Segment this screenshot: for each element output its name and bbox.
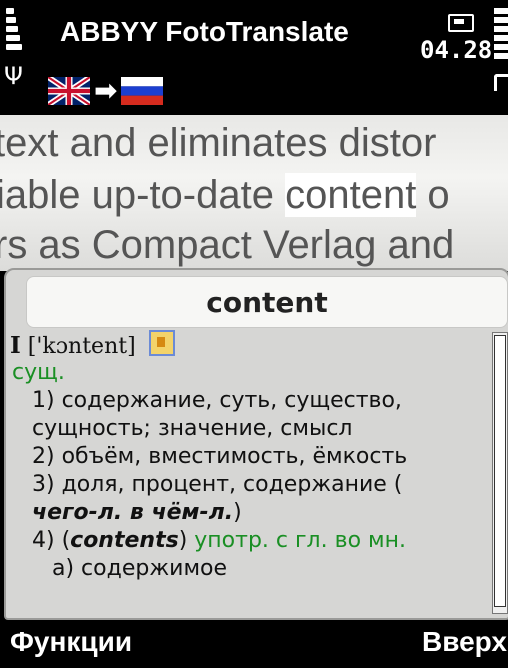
- headword-bar: content: [26, 276, 508, 328]
- speaker-icon[interactable]: [148, 330, 175, 356]
- sense-4: 4) (contents) употр. с гл. во мн.: [32, 528, 406, 553]
- status-bar: Ψ ABBYY FotoTranslate 04.28 ➡: [0, 0, 508, 115]
- language-direction[interactable]: ➡: [48, 74, 164, 107]
- dictionary-panel: content I ['kɔntent] сущ. 1) содержание,…: [4, 268, 508, 620]
- scroll-thumb[interactable]: [494, 335, 506, 607]
- dictionary-entry[interactable]: I ['kɔntent] сущ. 1) содержание, суть, с…: [10, 330, 486, 614]
- camera-text-line: iable up-to-date content o: [0, 173, 450, 217]
- sense-2: 2) объём, вместимость, ёмкость: [32, 444, 408, 469]
- camera-text-line: rs as Compact Verlag and: [0, 223, 455, 267]
- sense-3: 3) доля, процент, содержание (: [32, 472, 403, 497]
- sense-3-cont: чего-л. в чём-л.): [32, 500, 242, 525]
- sense-1-cont: сущность; значение, смысл: [32, 416, 353, 441]
- russia-flag-icon: [121, 77, 164, 105]
- antenna-icon: Ψ: [4, 62, 23, 90]
- uk-flag-icon: [48, 77, 90, 105]
- part-of-speech: сущ.: [12, 360, 65, 385]
- clock: 04.28: [420, 36, 493, 64]
- battery-icon: [448, 14, 474, 32]
- up-softkey[interactable]: Вверх: [422, 626, 507, 658]
- headword: content: [206, 285, 328, 319]
- app-title: ABBYY FotoTranslate: [60, 16, 349, 47]
- options-softkey[interactable]: Функции: [10, 626, 132, 658]
- camera-text-line: text and eliminates distor: [0, 121, 437, 165]
- signal-bars-icon: [6, 8, 22, 53]
- camera-view[interactable]: text and eliminates distor iable up-to-d…: [0, 115, 508, 271]
- sense-4a: а) содержимое: [52, 556, 228, 581]
- transcription: ['kɔntent]: [27, 334, 136, 359]
- entry-number: I: [10, 332, 21, 359]
- lock-icon: [494, 74, 508, 91]
- highlighted-word[interactable]: content: [285, 173, 417, 217]
- sense-1: 1) содержание, суть, существо,: [32, 388, 402, 413]
- arrow-right-icon: ➡: [94, 74, 118, 107]
- softkey-bar: Функции Вверх: [0, 620, 508, 668]
- battery-level-icon: [494, 8, 508, 62]
- scrollbar[interactable]: [492, 332, 508, 614]
